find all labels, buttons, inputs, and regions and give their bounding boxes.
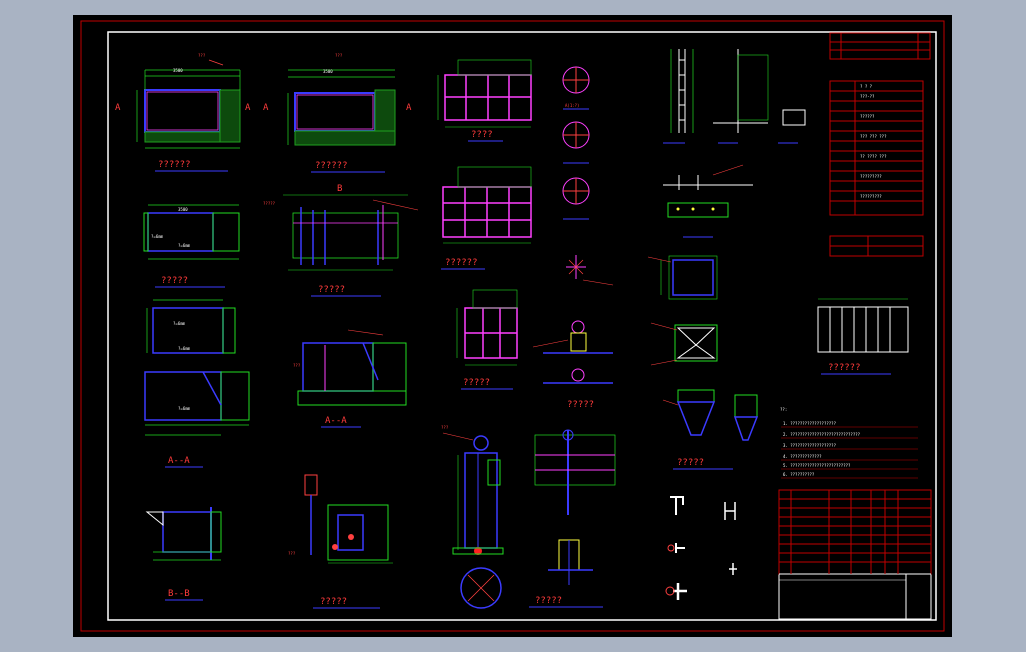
svg-text:??:: ??: bbox=[780, 407, 787, 412]
section-marker-a-right: A bbox=[245, 103, 251, 113]
grid-1 bbox=[437, 59, 532, 128]
front-view: 3500 bbox=[143, 204, 240, 260]
svg-text:??? ??? ???: ??? ??? ??? bbox=[860, 134, 887, 139]
label-section-bb: B--B bbox=[168, 589, 190, 599]
label-flange: ????? bbox=[677, 458, 704, 468]
section-marker-a-left2: A bbox=[263, 103, 269, 113]
label-pipe-view: ????? bbox=[318, 285, 345, 295]
section-aa-right: ??? bbox=[293, 329, 407, 406]
label-assembly: ????? bbox=[535, 596, 562, 606]
flange-detail bbox=[663, 164, 753, 238]
small-table bbox=[829, 235, 924, 257]
pipe-elevation: ????? bbox=[263, 194, 419, 271]
hopper-plan bbox=[650, 322, 718, 366]
svg-text:A(1:?): A(1:?) bbox=[565, 103, 579, 108]
label-front: ????? bbox=[161, 276, 188, 286]
spec-table: ? ? ? ???-?? ?????? ??? ??? ??? ?? ???? … bbox=[829, 80, 924, 216]
label-grid1: ???? bbox=[471, 130, 493, 140]
svg-text:? ? ?: ? ? ? bbox=[860, 84, 873, 89]
svg-text:?=6mm: ?=6mm bbox=[173, 321, 186, 326]
svg-text:???: ??? bbox=[293, 363, 301, 368]
svg-text:?=6mm: ?=6mm bbox=[178, 346, 191, 351]
profile-symbols bbox=[665, 496, 737, 600]
svg-text:?=6mm: ?=6mm bbox=[151, 234, 164, 239]
label-valve-view: ????? bbox=[320, 597, 347, 607]
shaft-assembly bbox=[534, 429, 616, 585]
note-5: 5. ????????????????????????? bbox=[783, 463, 851, 468]
svg-text:???: ??? bbox=[441, 425, 449, 430]
drawing-sheet: ??? 3500 A A ?????? 3500 ?=6mm ?=6mm ???… bbox=[80, 20, 945, 632]
svg-text:?? ???? ???: ?? ???? ??? bbox=[860, 154, 887, 159]
title-block bbox=[778, 489, 932, 620]
note-4: 4. ????????????? bbox=[783, 454, 822, 459]
label-section-aa-left: A--A bbox=[168, 456, 190, 466]
section-marker-a-right2: A bbox=[406, 103, 412, 113]
plan-view-1: ??? 3500 bbox=[136, 53, 241, 149]
label-plan1: ?????? bbox=[158, 160, 191, 170]
svg-text:???-??: ???-?? bbox=[860, 94, 875, 99]
svg-text:3500: 3500 bbox=[323, 69, 333, 74]
grid-2 bbox=[442, 166, 532, 244]
label-right-panel: ?????? bbox=[828, 363, 861, 373]
svg-text:?????????: ????????? bbox=[860, 174, 882, 179]
svg-text:3500: 3500 bbox=[178, 207, 188, 212]
plan-view-small bbox=[146, 299, 236, 354]
label-filter: ????? bbox=[567, 400, 594, 410]
section-marker-b: B bbox=[337, 184, 342, 194]
label-grid3: ????? bbox=[463, 378, 490, 388]
revision-table bbox=[829, 32, 931, 60]
cross-detail bbox=[566, 255, 614, 286]
svg-text:?????????: ????????? bbox=[860, 194, 882, 199]
svg-text:?????: ????? bbox=[263, 201, 276, 206]
note-3: 3. ??????????????????? bbox=[783, 443, 837, 448]
circle-detail-1: A(1:?) bbox=[562, 66, 590, 110]
hopper-elevation bbox=[662, 389, 759, 441]
label-grid2: ?????? bbox=[445, 258, 478, 268]
bar-plate bbox=[817, 298, 909, 353]
valve-assembly: ??? bbox=[288, 474, 393, 564]
plan-view-2: ??? 3500 bbox=[287, 53, 396, 146]
pump-elevation: ??? bbox=[441, 425, 504, 609]
svg-text:???: ??? bbox=[198, 53, 206, 58]
svg-text:?=6mm: ?=6mm bbox=[178, 243, 191, 248]
cad-viewport[interactable]: ??? 3500 A A ?????? 3500 ?=6mm ?=6mm ???… bbox=[73, 15, 952, 637]
note-1: 1. ??????????????????? bbox=[783, 421, 837, 426]
svg-text:??????: ?????? bbox=[860, 114, 875, 119]
filter-detail bbox=[532, 320, 613, 384]
section-marker-a-left: A bbox=[115, 103, 121, 113]
label-section-aa-right: A--A bbox=[325, 416, 347, 426]
grid-3 bbox=[456, 289, 518, 366]
svg-text:???: ??? bbox=[335, 53, 343, 58]
svg-text:3500: 3500 bbox=[173, 68, 183, 73]
flange-plan bbox=[647, 255, 718, 300]
section-bb bbox=[145, 507, 222, 561]
note-2: 2. ????????????????????????????? bbox=[783, 432, 861, 437]
svg-text:???: ??? bbox=[288, 551, 296, 556]
circle-detail-3 bbox=[562, 177, 590, 220]
section-aa-left bbox=[144, 371, 250, 436]
circle-detail-2 bbox=[562, 121, 590, 164]
notes-block: ??: 1. ??????????????????? 2. ??????????… bbox=[780, 407, 918, 479]
svg-text:?=6mm: ?=6mm bbox=[178, 406, 191, 411]
note-6: 6. ?????????? bbox=[783, 472, 815, 477]
ladder-detail bbox=[663, 49, 806, 144]
label-plan2: ?????? bbox=[315, 161, 348, 171]
